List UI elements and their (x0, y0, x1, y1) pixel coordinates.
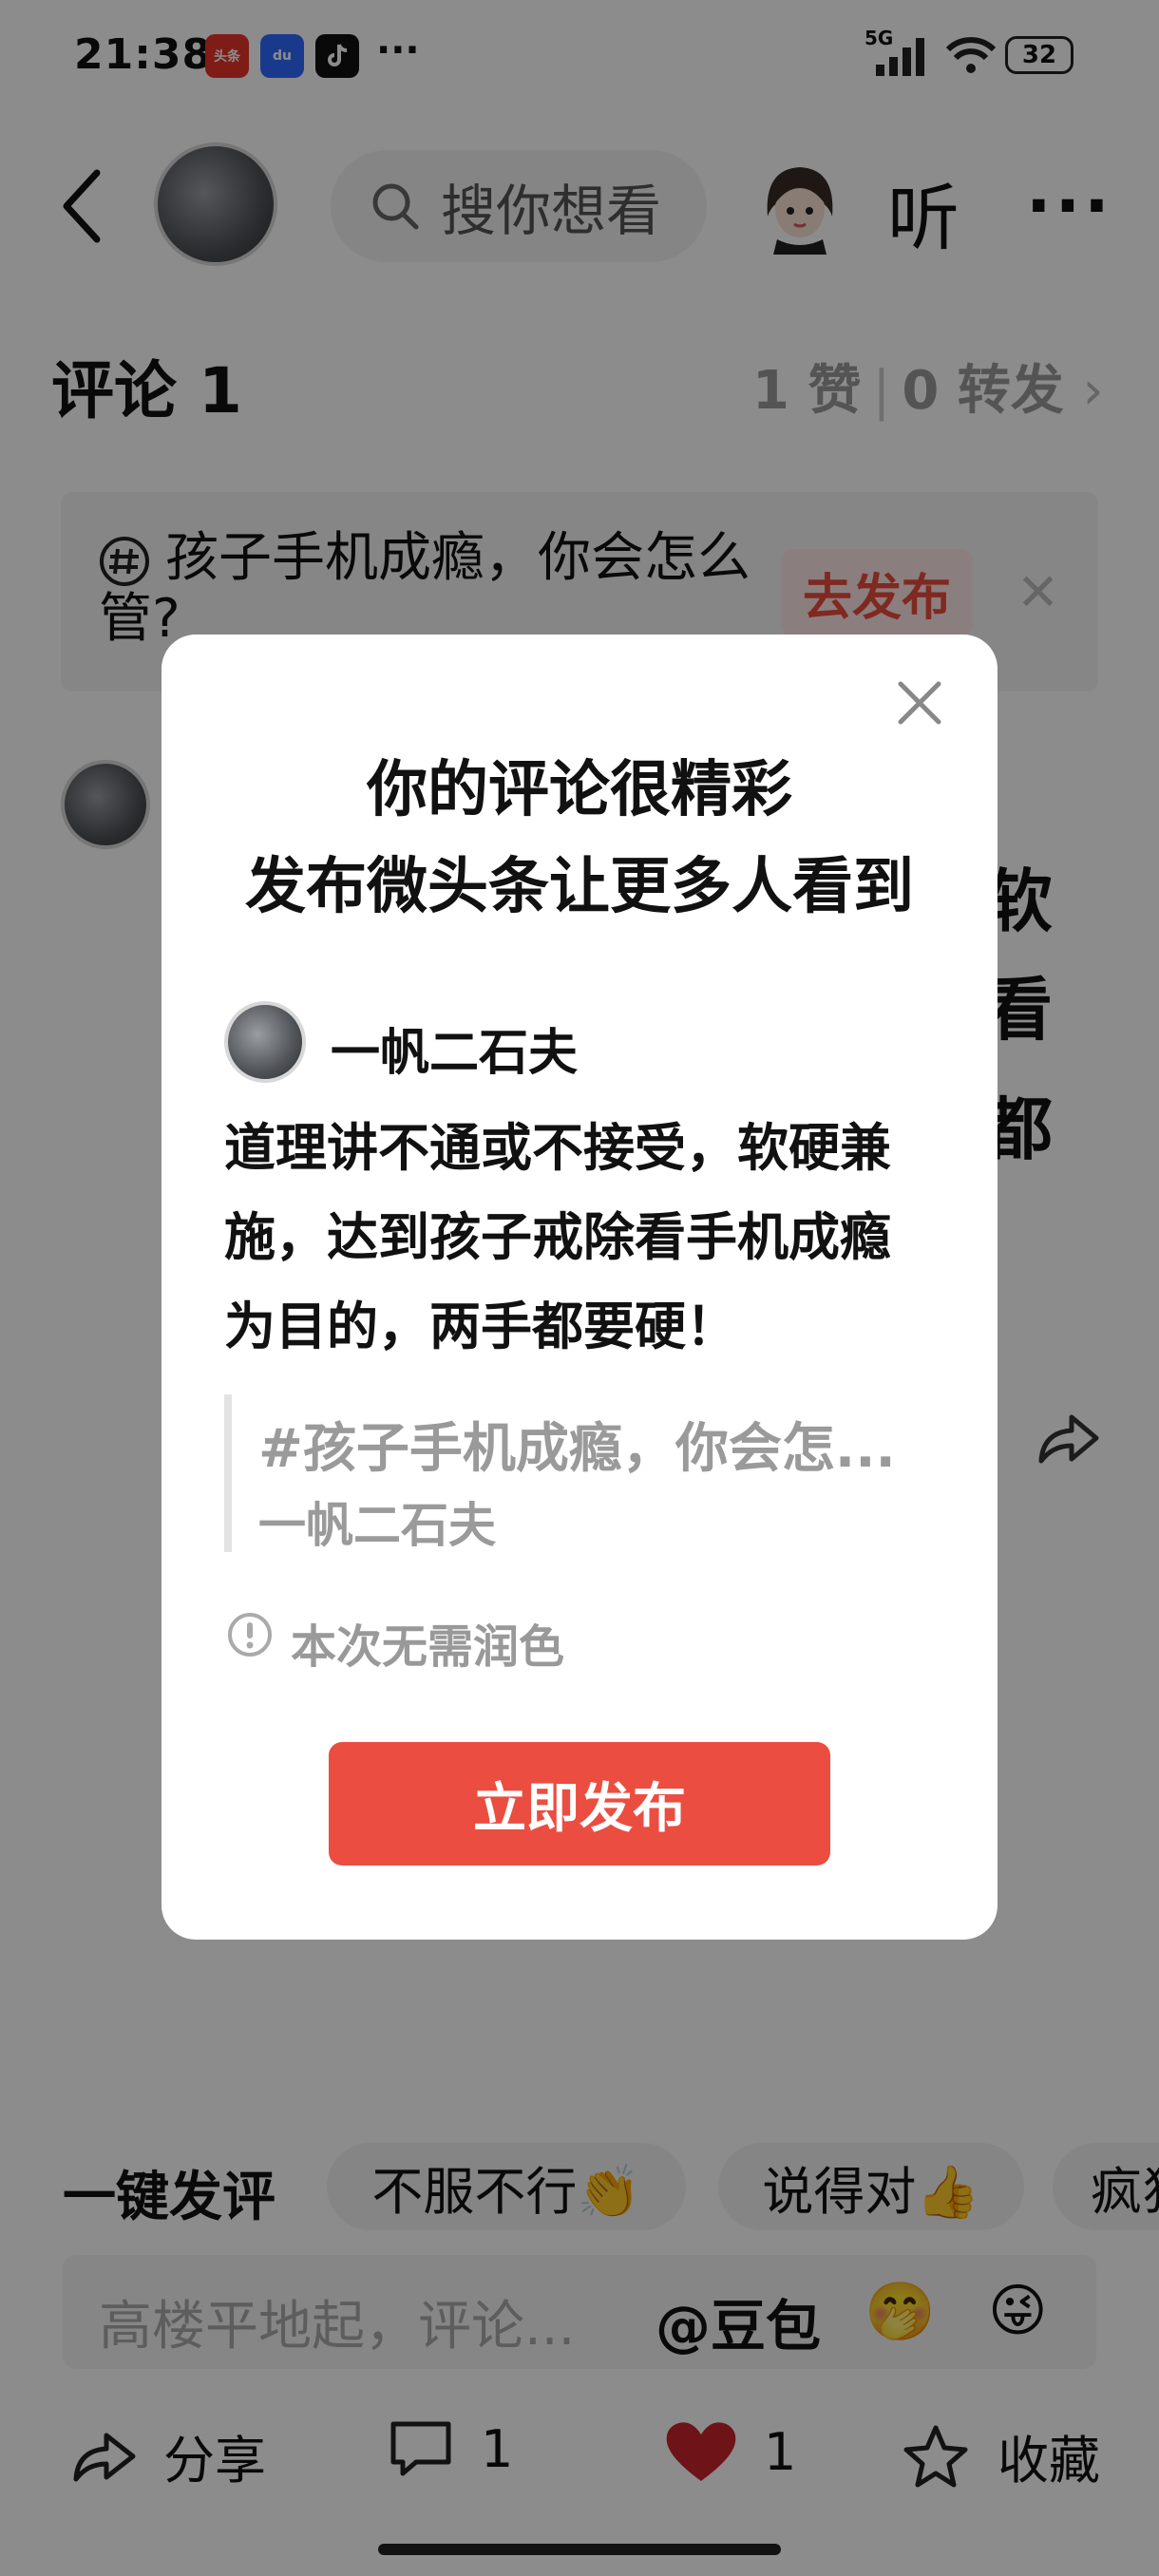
dialog-info-text: 本次无需润色 (291, 1620, 565, 1674)
quote-author: 一帆二石夫 (258, 1498, 496, 1553)
quote-title: #孩子手机成瘾，你会怎... (258, 1418, 896, 1480)
dialog-author-name: 一帆二石夫 (331, 1025, 579, 1082)
dialog-close-icon[interactable] (893, 676, 946, 729)
dialog-title-line1: 你的评论很精彩 (367, 755, 792, 825)
quote-bar (224, 1394, 232, 1552)
dialog-comment-body: 道理讲不通或不接受，软硬兼施，达到孩子戒除看手机成瘾为目的，两手都要硬！ (224, 1118, 891, 1356)
dialog-title-line2: 发布微头条让更多人看到 (245, 852, 914, 922)
publish-now-button[interactable]: 立即发布 (329, 1742, 830, 1866)
info-icon (228, 1613, 272, 1657)
dialog-author-avatar (224, 1001, 306, 1083)
